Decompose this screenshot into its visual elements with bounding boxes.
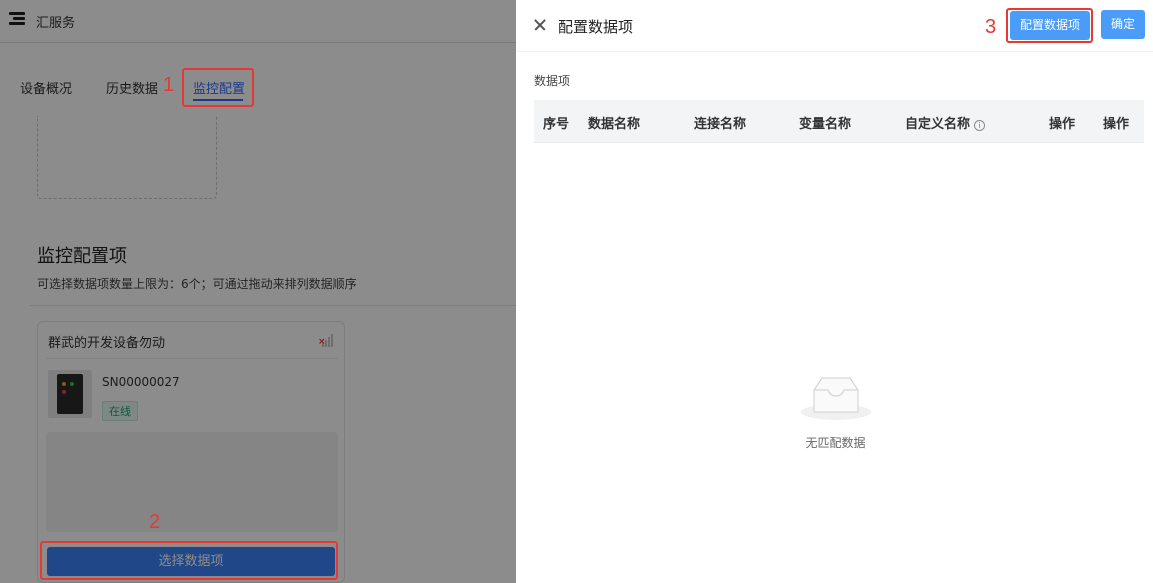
empty-state-label: 无匹配数据 [805,436,866,450]
column-data-name: 数据名称 [588,117,641,132]
annotation-number: 1 [163,74,175,96]
column-connection-name: 连接名称 [694,117,747,132]
annotation-number: 3 [985,16,997,38]
drawer-title: 配置数据项 [558,18,634,36]
empty-state-text: 无匹配数据 [516,434,1153,451]
column-action: 操作 [1103,117,1130,132]
config-drawer: 配置数据项 配置数据项 确定 数据项 序号 数据名称 连接名称 变量名称 自定义… [516,0,1153,583]
column-variable-name: 变量名称 [799,117,852,132]
table-header: 序号 数据名称 连接名称 变量名称 自定义名称 i 操作 操作 [534,100,1144,143]
annotation-box [40,541,338,580]
column-action: 操作 [1049,117,1076,132]
close-icon[interactable] [534,19,546,31]
annotation-box [1006,8,1093,43]
column-custom-name: 自定义名称 i [905,113,986,132]
annotation-number: 2 [149,511,161,533]
modal-overlay[interactable] [0,0,516,583]
data-items-label: 数据项 [534,74,571,88]
annotation-box [182,68,254,107]
info-icon[interactable]: i [974,120,986,131]
empty-box-icon [801,377,871,420]
column-custom-name-label: 自定义名称 [905,117,971,132]
column-index: 序号 [543,117,570,132]
confirm-button[interactable]: 确定 [1101,10,1145,39]
